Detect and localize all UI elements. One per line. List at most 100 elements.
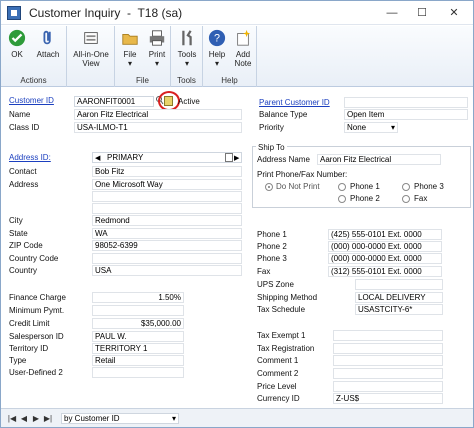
status-bar: |◀ ◀ ▶ ▶| by Customer ID ▾	[1, 408, 473, 427]
zip-field: 98052-6399	[92, 240, 242, 251]
help-icon: ?	[208, 29, 226, 47]
all-in-one-label: All-in-One	[73, 50, 109, 59]
last-record-button[interactable]: ▶|	[43, 413, 53, 424]
next-record-button[interactable]: ▶	[31, 413, 41, 424]
city-field: Redmond	[92, 215, 242, 226]
phone1-radio[interactable]	[338, 183, 346, 191]
file-label: File	[123, 50, 137, 59]
country-code-label: Country Code	[9, 254, 59, 263]
comment2-label: Comment 2	[257, 369, 299, 378]
user-defined-2-label: User-Defined 2	[9, 368, 63, 377]
priority-field[interactable]: None ▾	[344, 122, 398, 133]
check-icon	[8, 29, 26, 47]
city-label: City	[9, 216, 23, 225]
ups-zone-label: UPS Zone	[257, 280, 294, 289]
minimize-button[interactable]: —	[381, 4, 403, 22]
type-label: Type	[9, 356, 27, 365]
paperclip-icon	[43, 30, 51, 45]
tools-dropdown-icon: ▾	[184, 59, 189, 68]
help-dropdown-icon: ▾	[214, 59, 219, 68]
customer-id-field[interactable]: AARONFIT0001	[74, 96, 154, 107]
phone3-radio[interactable]	[402, 183, 410, 191]
minimum-pymt-label: Minimum Pymt.	[9, 306, 65, 315]
attach-button[interactable]: Attach	[33, 28, 63, 59]
phone1-field: (425) 555-0101 Ext. 0000	[328, 229, 442, 240]
credit-limit-field: $35,000.00	[92, 318, 184, 329]
salesperson-id-label: Salesperson ID	[9, 332, 64, 341]
priority-dropdown-icon: ▾	[390, 123, 395, 132]
customer-inquiry-window: Customer Inquiry - T18 (sa) — ☐ ✕ OK Att…	[0, 0, 474, 428]
shipping-method-label: Shipping Method	[257, 293, 318, 302]
previous-record-button[interactable]: ◀	[19, 413, 29, 424]
country-code-field	[92, 253, 242, 264]
ok-button[interactable]: OK	[7, 28, 27, 59]
country-label: Country	[9, 266, 38, 275]
attach-label: Attach	[36, 50, 60, 59]
territory-id-field: TERRITORY 1	[92, 343, 184, 354]
add-label: Add	[235, 50, 251, 59]
do-not-print-radio[interactable]	[265, 183, 273, 191]
finance-charge-field: 1.50%	[92, 292, 184, 303]
shipping-method-field: LOCAL DELIVERY	[355, 292, 443, 303]
fax-radio-label: Fax	[414, 194, 428, 203]
toolbar-group-view: All-in-One View	[67, 26, 115, 87]
name-field: Aaron Fitz Electrical	[74, 109, 242, 120]
svg-text:?: ?	[214, 33, 220, 45]
file-dropdown-icon: ▾	[127, 59, 132, 68]
address-line-2-field	[92, 191, 242, 202]
contact-label: Contact	[9, 167, 37, 176]
credit-limit-label: Credit Limit	[9, 319, 50, 328]
phone2-radio-label: Phone 2	[350, 194, 380, 203]
salesperson-id-field: PAUL W.	[92, 331, 184, 342]
contact-field: Bob Fitz	[92, 166, 242, 177]
help-label: Help	[208, 50, 226, 59]
fax-label: Fax	[257, 267, 271, 276]
help-menu-button[interactable]: ? Help ▾	[206, 28, 228, 68]
tax-schedule-label: Tax Schedule	[257, 305, 306, 314]
address-note-icon[interactable]	[225, 153, 233, 162]
file-menu-button[interactable]: File ▾	[119, 28, 141, 68]
tools-menu-button[interactable]: Tools ▾	[175, 28, 199, 68]
currency-id-label: Currency ID	[257, 394, 300, 403]
toolbar-group-help: ? Help ▾ Add Note Help	[203, 26, 257, 87]
print-menu-button[interactable]: Print ▾	[145, 28, 169, 68]
first-record-button[interactable]: |◀	[7, 413, 17, 424]
zip-label: ZIP Code	[9, 241, 43, 250]
address-id-field[interactable]: PRIMARY	[92, 152, 242, 163]
active-label: Active	[178, 97, 200, 106]
add-note-icon	[237, 29, 251, 46]
all-in-one-view-button[interactable]: All-in-One View	[69, 28, 113, 68]
print-label: Print	[148, 50, 166, 59]
address-id-link[interactable]: Address ID:	[9, 153, 51, 163]
close-button[interactable]: ✕	[443, 4, 465, 22]
fax-field: (312) 555-0101 Ext. 0000	[328, 266, 442, 277]
user-defined-2-field	[92, 367, 184, 378]
toolbar: OK Attach Actions All-in-One View File ▾	[1, 26, 473, 87]
address-line-3-field	[92, 203, 242, 214]
tax-exempt-field	[333, 330, 443, 341]
add-note-button[interactable]: Add Note	[231, 28, 255, 68]
phone2-radio[interactable]	[338, 195, 346, 203]
print-phone-fax-label: Print Phone/Fax Number:	[257, 170, 348, 179]
next-address-icon[interactable]: ▶	[234, 154, 239, 162]
address-label: Address	[9, 180, 39, 189]
type-field: Retail	[92, 355, 184, 366]
prev-address-icon[interactable]: ◀	[95, 154, 100, 162]
priority-value: None	[347, 123, 367, 132]
class-id-label: Class ID	[9, 123, 40, 132]
address-id-value: PRIMARY	[107, 153, 144, 162]
toolbar-group-actions: OK Attach Actions	[1, 26, 67, 87]
fax-radio[interactable]	[402, 195, 410, 203]
comment1-label: Comment 1	[257, 356, 299, 365]
app-icon	[7, 6, 21, 20]
maximize-button[interactable]: ☐	[411, 4, 433, 22]
customer-id-link[interactable]: Customer ID	[9, 96, 54, 106]
phone3-radio-label: Phone 3	[414, 182, 444, 191]
do-not-print-label: Do Not Print	[276, 182, 320, 191]
territory-id-label: Territory ID	[9, 344, 49, 353]
tax-registration-label: Tax Registration	[257, 344, 315, 353]
highlight-circle	[158, 91, 180, 111]
sort-by-dropdown[interactable]: by Customer ID ▾	[61, 413, 179, 424]
comment2-field	[333, 368, 443, 379]
parent-customer-id-link[interactable]: Parent Customer ID	[259, 98, 330, 108]
